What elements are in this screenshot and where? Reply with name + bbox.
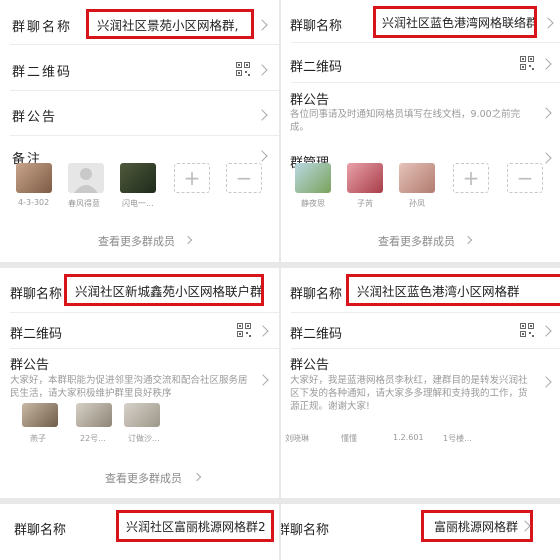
- view-more-members-link[interactable]: 查看更多群成员: [98, 233, 175, 249]
- panel-bottom-right: 群聊名称 兴润社区蓝色港湾小区网格群 群二维码 群公告 大家好，我是蓝港网格员李…: [281, 268, 560, 498]
- group-name-value[interactable]: 兴润社区富丽桃源网格群2: [116, 510, 274, 542]
- avatar[interactable]: [347, 163, 383, 193]
- member-name: 春风得意: [68, 199, 100, 208]
- separator: [291, 312, 560, 313]
- qr-code-icon[interactable]: [237, 323, 251, 337]
- strip-bottom-left: 群聊名称 兴润社区富丽桃源网格群2: [0, 504, 279, 560]
- notice-label: 群公告: [12, 110, 58, 125]
- group-name-value[interactable]: 富丽桃源网格群: [421, 510, 533, 542]
- group-name-value[interactable]: 兴润社区景苑小区网格群,: [86, 9, 254, 39]
- strip-bottom-right: 群聊名称 富丽桃源网格群: [281, 504, 560, 560]
- chevron-right-icon[interactable]: [257, 325, 269, 337]
- member-name: 4-3-302: [18, 198, 50, 207]
- member-name: 燕子: [30, 434, 46, 443]
- notice-text: 各位同事请及时通知网格员填写在线文档，9.00之前完成。: [290, 109, 521, 133]
- member-name: 子芮: [357, 199, 373, 208]
- group-name-label: 群聊名称: [10, 287, 63, 302]
- qr-code-label: 群二维码: [12, 65, 73, 80]
- member-name: 静夜思: [301, 199, 325, 208]
- member-name: 刘晓琳: [285, 434, 309, 443]
- group-name-label: 群聊名称: [281, 523, 330, 538]
- avatar[interactable]: [22, 403, 58, 427]
- avatar[interactable]: [68, 163, 104, 193]
- avatar[interactable]: [399, 163, 435, 193]
- group-name-value[interactable]: 兴润社区蓝色港湾网格联络群: [373, 6, 537, 38]
- notice-text: 大家好，本群职能为促进邻里沟通交流和配合社区服务居民生活，请大家积极维护群里良好…: [10, 375, 248, 399]
- qr-code-label: 群二维码: [10, 327, 63, 342]
- chevron-right-icon[interactable]: [256, 150, 268, 162]
- chevron-right-icon[interactable]: [256, 19, 268, 31]
- chevron-right-icon[interactable]: [540, 376, 552, 388]
- default-avatar-icon: [74, 168, 98, 193]
- separator: [10, 90, 279, 91]
- qr-code-label: 群二维码: [290, 60, 343, 75]
- group-name-label: 群聊名称: [290, 19, 343, 34]
- member-name: 22号...: [80, 434, 106, 443]
- panel-top-left: 群聊名称 兴润社区景苑小区网格群, 群二维码 群公告 备注 4-3-302 春风…: [0, 0, 279, 262]
- group-name-label: 群聊名称: [12, 20, 73, 35]
- separator: [291, 42, 560, 43]
- notice-label: 群公告: [290, 358, 330, 373]
- chevron-right-icon[interactable]: [183, 235, 193, 245]
- member-name: 孙凤: [409, 199, 425, 208]
- view-more-members-link[interactable]: 查看更多群成员: [378, 233, 455, 249]
- chevron-right-icon[interactable]: [540, 325, 552, 337]
- group-name-label: 群聊名称: [290, 287, 343, 302]
- add-member-button[interactable]: +: [174, 163, 210, 193]
- member-name: 订做沙...: [128, 434, 160, 443]
- chevron-right-icon[interactable]: [257, 374, 269, 386]
- avatar[interactable]: [124, 403, 160, 427]
- group-name-value[interactable]: 兴润社区蓝色港湾小区网格群: [346, 274, 560, 306]
- member-name: 懂懂: [341, 434, 357, 443]
- avatar[interactable]: [295, 163, 331, 193]
- separator: [10, 135, 279, 136]
- member-name: 闪电一...: [122, 199, 154, 208]
- chevron-right-icon[interactable]: [256, 64, 268, 76]
- chevron-right-icon[interactable]: [540, 107, 552, 119]
- remove-member-button[interactable]: −: [226, 163, 262, 193]
- notice-label: 群公告: [10, 358, 50, 373]
- separator: [291, 348, 560, 349]
- chevron-right-icon[interactable]: [542, 17, 554, 29]
- chevron-right-icon[interactable]: [192, 472, 202, 482]
- member-name: 1.2.601: [393, 433, 424, 442]
- notice-text: 大家好，我是蓝港网格员李秋红，建群目的是转发兴润社区下发的各种通知，请大家多多理…: [290, 375, 528, 412]
- member-name: 1号楼...: [443, 434, 472, 443]
- chevron-right-icon[interactable]: [540, 152, 552, 164]
- avatar[interactable]: [76, 403, 112, 427]
- notice-label: 群公告: [290, 93, 330, 108]
- separator: [291, 82, 560, 83]
- separator: [10, 348, 279, 349]
- qr-code-icon[interactable]: [520, 323, 534, 337]
- qr-code-icon[interactable]: [236, 62, 250, 76]
- separator: [10, 312, 279, 313]
- qr-code-label: 群二维码: [290, 327, 343, 342]
- group-name-value[interactable]: 兴润社区新城鑫苑小区网格联户群: [64, 274, 264, 306]
- chevron-right-icon[interactable]: [463, 235, 473, 245]
- group-name-label: 群聊名称: [14, 523, 67, 538]
- chevron-right-icon[interactable]: [540, 58, 552, 70]
- avatar[interactable]: [120, 163, 156, 193]
- separator: [10, 44, 279, 45]
- chevron-right-icon[interactable]: [256, 109, 268, 121]
- avatar[interactable]: [16, 163, 52, 193]
- panel-top-right: 群聊名称 兴润社区蓝色港湾网格联络群 群二维码 群公告 各位同事请及时通知网格员…: [281, 0, 560, 262]
- qr-code-icon[interactable]: [520, 56, 534, 70]
- view-more-members-link[interactable]: 查看更多群成员: [105, 470, 182, 486]
- add-member-button[interactable]: +: [453, 163, 489, 193]
- remove-member-button[interactable]: −: [507, 163, 543, 193]
- panel-bottom-left: 群聊名称 兴润社区新城鑫苑小区网格联户群 群二维码 群公告 大家好，本群职能为促…: [0, 268, 279, 498]
